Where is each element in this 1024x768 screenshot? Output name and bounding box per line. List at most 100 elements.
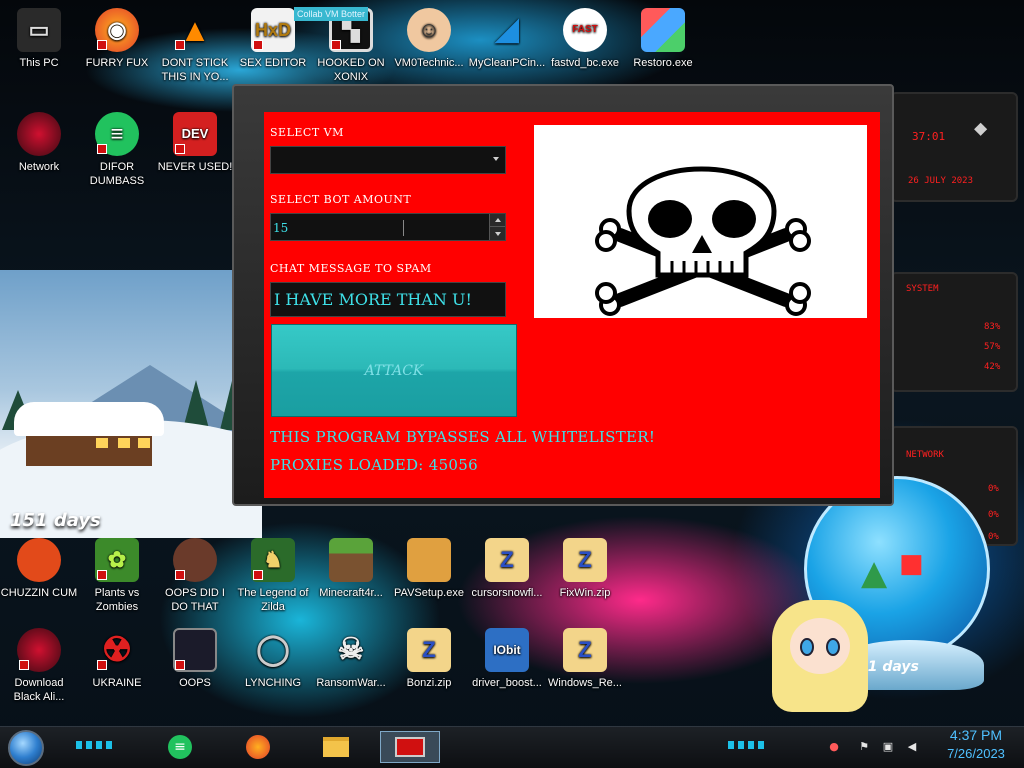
desktop-icon-label: LYNCHING — [244, 677, 302, 689]
desktop-icon-lynching[interactable]: ◯ LYNCHING — [234, 628, 312, 690]
desktop-icon-bonzi[interactable]: Z Bonzi.zip — [390, 628, 468, 690]
select-vm-dropdown[interactable] — [270, 146, 506, 174]
hud-ram: 57% — [984, 342, 1001, 352]
desktop-icon-label: HOOKED ON XONIX — [317, 57, 385, 83]
desktop-icon-dont-stick[interactable]: ▲ DONT STICK THIS IN YO... — [156, 8, 234, 84]
skull-image-panel — [534, 125, 867, 318]
desktop-icon-windows-re[interactable]: Z Windows_Re... — [546, 628, 624, 690]
chat-message-input[interactable]: I HAVE MORE THAN U! — [270, 282, 506, 317]
desktop-icon-label: NEVER USED! — [157, 161, 233, 173]
taskbar-clock-time[interactable]: 4:37 PM — [936, 727, 1016, 743]
desktop-icon-difor-dumbass[interactable]: ≡ DIFOR DUMBASS — [78, 112, 156, 188]
shortcut-arrow-icon — [97, 144, 107, 154]
mycleanpc-icon: ◢ — [495, 13, 519, 46]
desktop-icon-cursorsnow[interactable]: Z cursorsnowfl... — [468, 538, 546, 600]
desktop-icon-minecraft[interactable]: Minecraft4r... — [312, 538, 390, 600]
desktop-icon-label: This PC — [19, 57, 59, 69]
taskbar-collab-vm-botter[interactable] — [380, 731, 440, 763]
cartoon-character-sticker — [772, 600, 868, 720]
flag-icon[interactable]: ⚑ — [856, 739, 872, 753]
network-icon — [17, 112, 61, 156]
desktop-icon-label: Plants vs Zombies — [94, 587, 140, 613]
gift-icon: ■ — [899, 549, 924, 579]
desktop-icon-pavsetup[interactable]: PAVSetup.exe — [390, 538, 468, 600]
hud-system-label: SYSTEM — [906, 284, 939, 294]
hud-net-b: 0% — [988, 510, 999, 520]
desktop-icon-network[interactable]: Network — [0, 112, 78, 174]
taskbar-clock-date[interactable]: 7/26/2023 — [936, 746, 1016, 761]
proxies-status: PROXIES LOADED: 45056 — [270, 456, 478, 474]
desktop-icon-mycleanpc[interactable]: ◢ MyCleanPCin... — [468, 8, 546, 70]
volume-icon[interactable]: ◀ — [904, 739, 920, 753]
desktop-icon-vm0technic[interactable]: ☺ VM0Technic... — [390, 8, 468, 70]
snow-days-counter: 151 days — [10, 510, 101, 531]
doctor-icon: ☺ — [407, 8, 451, 52]
hud-net-c: 0% — [988, 532, 999, 542]
desktop-icon-label: DONT STICK THIS IN YO... — [161, 57, 229, 83]
noose-icon: ◯ — [256, 633, 290, 666]
collab-vm-botter-app-icon — [395, 737, 425, 757]
desktop-icon-label: The Legend of Zilda — [237, 587, 309, 613]
desktop-icon-black-alien[interactable]: Download Black Ali... — [0, 628, 78, 704]
firefox-icon — [246, 735, 270, 759]
desktop-icon-ukraine[interactable]: ☢ UKRAINE — [78, 628, 156, 690]
network-tray-icon[interactable]: ▣ — [880, 739, 896, 753]
bot-amount-label: SELECT BOT AMOUNT — [270, 193, 412, 206]
cabin-roof — [14, 402, 164, 436]
cabin-window — [118, 438, 130, 448]
desktop-icon-label: FURRY FUX — [85, 57, 149, 69]
desktop-icon-label: OOPS — [179, 677, 211, 689]
zip-folder-icon: Z — [485, 538, 529, 582]
minecraft-block-icon — [329, 538, 373, 582]
chevron-down-icon[interactable] — [493, 157, 499, 161]
desktop-icon-oops[interactable]: OOPS — [156, 628, 234, 690]
desktop-icon-label: Bonzi.zip — [406, 677, 452, 689]
desktop-icon-this-pc[interactable]: ▭ This PC — [0, 8, 78, 70]
zip-folder-icon: Z — [563, 538, 607, 582]
desktop-icon-oops-did-i[interactable]: OOPS DID I DO THAT — [156, 538, 234, 614]
text-cursor — [403, 220, 404, 236]
chuzzle-icon — [17, 538, 61, 582]
attack-button[interactable]: ATTACK — [271, 324, 517, 417]
window-title: Collab VM Botter — [294, 7, 369, 21]
taskbar-file-explorer[interactable] — [316, 731, 356, 763]
desktop-icon-driver-booster[interactable]: IObit driver_boost... — [468, 628, 546, 690]
stepper-down-button[interactable] — [489, 227, 505, 240]
bot-amount-stepper[interactable]: 15 — [270, 213, 506, 241]
desktop-icon-never-used[interactable]: DEV NEVER USED! — [156, 112, 234, 174]
character-face — [790, 618, 850, 674]
hud-net-a: 0% — [988, 484, 999, 494]
desktop-icon-restoro[interactable]: Restoro.exe — [624, 8, 702, 70]
desktop-icon-label: SEX EDITOR — [239, 57, 307, 69]
taskbar-decor-stripe — [76, 741, 112, 749]
hud-clock-panel: 37:01 26 JULY 2023 ◆ — [890, 92, 1018, 202]
desktop-icon-label: cursorsnowfl... — [471, 587, 543, 599]
desktop-icon-label: DIFOR DUMBASS — [89, 161, 145, 187]
stepper-up-button[interactable] — [489, 214, 505, 227]
desktop-icon-label: Download Black Ali... — [13, 677, 65, 703]
chat-badge-icon[interactable]: ● — [826, 739, 842, 753]
desktop-icon-fixwin[interactable]: Z FixWin.zip — [546, 538, 624, 600]
desktop-icon-fastvd[interactable]: FAST fastvd_bc.exe — [546, 8, 624, 70]
desktop-icon-zilda[interactable]: ♞ The Legend of Zilda — [234, 538, 312, 614]
desktop-icon-label: fastvd_bc.exe — [551, 57, 619, 69]
taskbar-chat-app[interactable]: ≡ — [160, 731, 200, 763]
desktop-icon-pvz[interactable]: ✿ Plants vs Zombies — [78, 538, 156, 614]
desktop-icon-furry-fux[interactable]: ◉ FURRY FUX — [78, 8, 156, 70]
taskbar-firefox[interactable] — [238, 731, 278, 763]
iobit-driver-booster-icon: IObit — [485, 628, 529, 672]
bypass-note: THIS PROGRAM BYPASSES ALL WHITELISTER! — [270, 428, 656, 446]
start-button[interactable] — [8, 730, 44, 766]
shortcut-arrow-icon — [97, 570, 107, 580]
desktop-icon-ransomware[interactable]: ☠ RansomWar... — [312, 628, 390, 690]
desktop-icon-chuzzin[interactable]: CHUZZIN CUM — [0, 538, 78, 600]
file-explorer-icon — [323, 737, 349, 757]
hud-cpu: 83% — [984, 322, 1001, 332]
zip-folder-icon: Z — [407, 628, 451, 672]
shortcut-arrow-icon — [97, 660, 107, 670]
character-eye — [800, 638, 814, 656]
desktop-icon-label: Restoro.exe — [633, 57, 693, 69]
chevron-down-icon — [494, 231, 501, 236]
shortcut-arrow-icon — [175, 660, 185, 670]
desktop-icon-label: driver_boost... — [472, 677, 542, 689]
